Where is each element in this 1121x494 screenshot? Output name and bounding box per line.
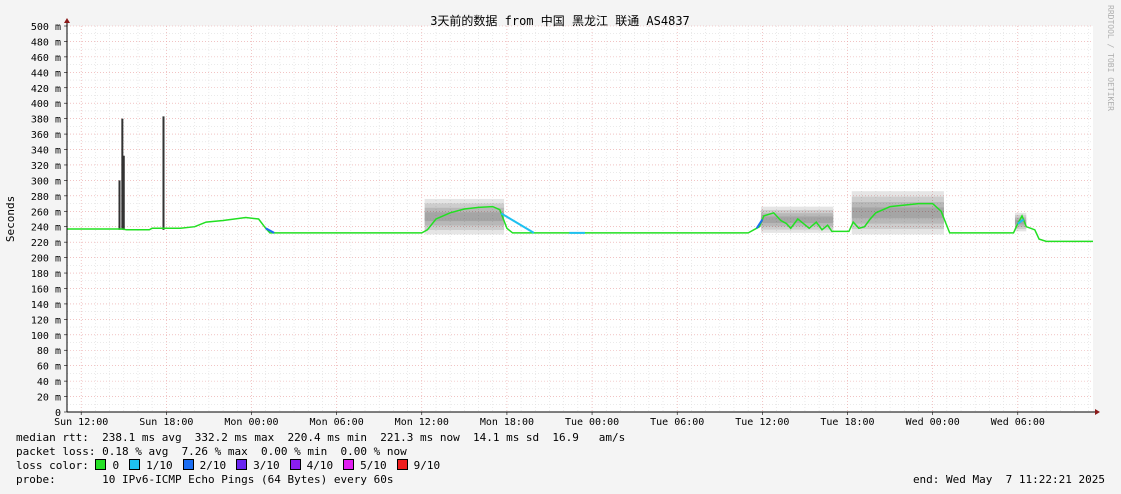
y-tick-label: 160 m — [31, 284, 61, 295]
x-tick-label: Sun 12:00 — [54, 417, 108, 428]
y-tick-label: 480 m — [31, 37, 61, 48]
x-tick-label: Tue 18:00 — [820, 417, 874, 428]
loss-color-swatch — [236, 459, 248, 470]
y-tick-label: 320 m — [31, 161, 61, 172]
x-tick-label: Mon 18:00 — [480, 417, 534, 428]
loss-color-item: 1/10 — [129, 459, 173, 472]
smoke-band — [851, 207, 944, 219]
x-tick-label: Wed 06:00 — [991, 417, 1045, 428]
y-tick-label: 240 m — [31, 223, 61, 234]
loss-color-item: 5/10 — [343, 459, 387, 472]
y-tick-label: 200 m — [31, 254, 61, 265]
x-axis-arrow — [1095, 409, 1100, 415]
y-tick-label: 440 m — [31, 68, 61, 79]
loss-color-item-label: 3/10 — [253, 459, 280, 472]
y-tick-label: 20 m — [37, 393, 61, 404]
x-tick-label: Tue 12:00 — [735, 417, 789, 428]
loss-color-item-label: 1/10 — [146, 459, 173, 472]
y-tick-label: 400 m — [31, 99, 61, 110]
x-tick-label: Mon 06:00 — [310, 417, 364, 428]
probe-info: probe: 10 IPv6-ICMP Echo Pings (64 Bytes… — [16, 473, 394, 487]
loss-color-item: 0 — [95, 459, 119, 472]
y-axis-label: Seconds — [4, 196, 17, 242]
y-axis-arrow — [64, 18, 70, 23]
loss-color-swatch — [289, 459, 301, 470]
loss-color-item: 4/10 — [289, 459, 334, 472]
rrdtool-watermark: RRDTOOL / TOBI OETIKER — [1106, 5, 1115, 111]
loss-color-item-label: 4/10 — [306, 459, 334, 472]
y-tick-label: 60 m — [37, 362, 61, 373]
y-tick-label: 380 m — [31, 115, 61, 126]
loss-color-item: 9/10 — [396, 459, 441, 472]
end-time: end: Wed May 7 11:22:21 2025 — [912, 473, 1105, 486]
loss-color-label: loss color: — [16, 459, 96, 472]
smoke-band — [424, 212, 505, 222]
y-tick-label: 80 m — [37, 346, 61, 357]
latency-chart: 020 m40 m60 m80 m100 m120 m140 m160 m180… — [4, 5, 1115, 428]
y-tick-label: 420 m — [31, 84, 61, 95]
y-tick-label: 280 m — [31, 192, 61, 203]
x-tick-labels: Sun 12:00 Sun 18:00 Mon 00:00 Mon 06:00 Mon … — [54, 412, 1045, 428]
loss-color-item-label: 0 — [112, 459, 120, 472]
y-tick-label: 220 m — [31, 238, 61, 249]
packet-loss-text: packet loss: 0.18 % avg 7.26 % max 0.00 … — [16, 445, 407, 458]
x-tick-label: Wed 00:00 — [906, 417, 960, 428]
loss-color-items: 0 1/10 2/10 3/10 4/10 5/10 9/10 — [95, 459, 450, 472]
x-tick-label: Tue 00:00 — [565, 417, 619, 428]
median-rtt-stats: median rtt: 238.1 ms avg 332.2 ms max 22… — [16, 431, 625, 445]
x-tick-label: Sun 18:00 — [139, 417, 193, 428]
y-tick-labels: 020 m40 m60 m80 m100 m120 m140 m160 m180… — [31, 22, 67, 419]
x-tick-label: Mon 12:00 — [395, 417, 449, 428]
loss-color-swatch — [182, 459, 194, 470]
y-tick-label: 360 m — [31, 130, 61, 141]
loss-color-legend: loss color: 0 1/10 2/10 3/10 4/10 5/10 9/10 — [16, 459, 450, 473]
y-tick-label: 460 m — [31, 53, 61, 64]
y-tick-label: 260 m — [31, 207, 61, 218]
loss-color-swatch — [95, 459, 107, 470]
packet-loss-stats: packet loss: 0.18 % avg 7.26 % max 0.00 … — [16, 445, 407, 459]
chart-title: 3天前的数据 from 中国 黑龙江 联通 AS4837 — [430, 13, 690, 28]
median-rtt-text: median rtt: 238.1 ms avg 332.2 ms max 22… — [16, 431, 626, 444]
loss-color-item-label: 9/10 — [413, 459, 441, 472]
loss-color-item-label: 2/10 — [199, 459, 227, 472]
loss-color-swatch — [343, 459, 355, 470]
y-tick-label: 100 m — [31, 331, 61, 342]
y-tick-label: 140 m — [31, 300, 61, 311]
loss-color-swatch — [129, 459, 141, 470]
x-tick-label: Mon 00:00 — [224, 417, 278, 428]
loss-color-swatch — [396, 459, 408, 470]
y-tick-label: 40 m — [37, 377, 61, 388]
y-tick-label: 500 m — [31, 22, 61, 33]
y-tick-label: 180 m — [31, 269, 61, 280]
x-tick-label: Tue 06:00 — [650, 417, 704, 428]
loss-color-item: 2/10 — [182, 459, 227, 472]
y-tick-label: 340 m — [31, 146, 61, 157]
probe-text: probe: 10 IPv6-ICMP Echo Pings (64 Bytes… — [16, 473, 394, 486]
loss-color-item-label: 5/10 — [360, 459, 387, 472]
loss-color-item: 3/10 — [236, 459, 280, 472]
y-tick-label: 300 m — [31, 176, 61, 187]
y-tick-label: 120 m — [31, 315, 61, 326]
